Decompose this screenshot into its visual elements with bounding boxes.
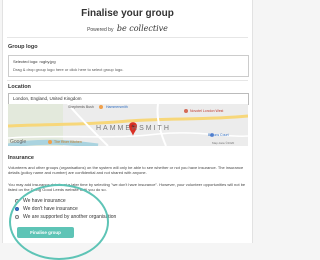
hotel-icon: [184, 109, 188, 113]
location-map[interactable]: Shepherds Bush Hammersmith Novotel Londo…: [8, 104, 248, 146]
group-logo-heading: Group logo: [8, 44, 38, 50]
divider: [7, 37, 248, 38]
logo-dropzone-hint: Drag & drop group logo here or click her…: [13, 67, 124, 72]
restaurant-icon: [48, 140, 52, 144]
poi-icon: [99, 105, 103, 109]
powered-by-label: Powered by: [87, 27, 114, 33]
map-attribution: Map data ©2020: [212, 141, 235, 145]
insurance-heading: Insurance: [8, 155, 34, 161]
google-logo: Google: [10, 139, 27, 145]
map-label-shepherds: Shepherds Bush: [68, 105, 94, 109]
highlight-circle: [9, 184, 109, 260]
selected-logo-text: Selected logo: rugby.jpg: [13, 59, 56, 64]
map-label-barons: Barons Court: [208, 133, 229, 137]
page-title: Finalise your group: [81, 8, 174, 19]
divider: [7, 80, 248, 81]
map-label-hammersmith: Hammersmith: [106, 105, 128, 109]
brand-logo: be collective: [116, 24, 168, 33]
insurance-info-text: Volunteers and other groups (organisatio…: [8, 165, 244, 175]
powered-by: Powered by be collective: [3, 24, 252, 33]
logo-dropzone[interactable]: Selected logo: rugby.jpg Drag & drop gro…: [8, 55, 249, 77]
location-value: London, England, United Kingdom: [13, 96, 82, 101]
map-label-district: HAMMERSMITH: [96, 125, 171, 132]
location-heading: Location: [8, 84, 31, 90]
map-label-novotel: Novotel London West: [190, 109, 224, 113]
finalise-group-card: Finalise your group Powered by be collec…: [2, 0, 253, 260]
map-label-kitchen: The River Kitchen: [54, 140, 82, 144]
